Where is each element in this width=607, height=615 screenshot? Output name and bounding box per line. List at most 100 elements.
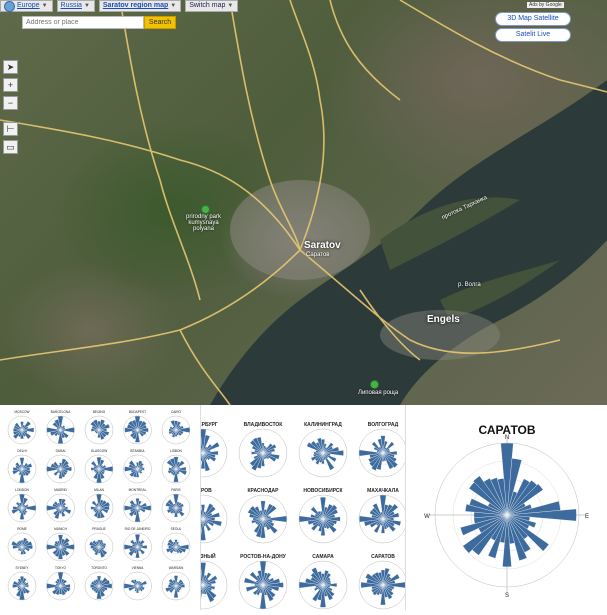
rose-left-4-3: VIENNA xyxy=(123,566,152,601)
rose-mid-0-2: КАЛИНИНГРАД xyxy=(298,422,348,478)
ads-label: Ads by Google xyxy=(527,2,564,8)
park-marker-icon[interactable] xyxy=(370,380,379,389)
locate-icon[interactable]: ➤ xyxy=(3,60,18,74)
satelit-live-button[interactable]: Satelit Live xyxy=(495,28,571,42)
rose-mid-2-1: РОСТОВ-НА-ДОНУ xyxy=(238,554,288,610)
breadcrumb-region[interactable]: Saratov region map ▼ xyxy=(98,0,182,12)
chevron-down-icon: ▼ xyxy=(170,3,177,9)
rose-city-label: MADRID xyxy=(54,488,67,492)
rose-left-4-1: TOKYO xyxy=(46,566,75,601)
zoom-in-button[interactable]: + xyxy=(3,78,18,92)
park-label: prirodny park kumysnaya polyana xyxy=(186,214,222,232)
breadcrumb-europe[interactable]: Europe ▼ xyxy=(0,0,53,12)
rose-left-4-4: WARSAW xyxy=(161,566,191,601)
rose-left-0-0: MOSCOW xyxy=(7,410,37,445)
park-marker-icon[interactable] xyxy=(201,205,210,214)
satellite-map[interactable]: Europe ▼ Russia ▼ Saratov region map ▼ Swit… xyxy=(0,0,607,405)
rose-left-3-3: RIO DE JANEIRO xyxy=(123,527,152,562)
rose-city-label: РОСТОВ-НА-ДОНУ xyxy=(240,554,287,560)
rose-mid-1-1: КРАСНОДАР xyxy=(238,488,288,544)
rose-left-0-3: BUDAPEST xyxy=(123,410,152,445)
rose-city-label: САМАРА xyxy=(312,554,334,560)
rose-city-label: ВЛАДИВОСТОК xyxy=(244,422,284,428)
rose-left-1-3: ISTANBUL xyxy=(123,449,152,484)
rose-city-label: BARCELONA xyxy=(51,410,72,414)
search-bar: Search xyxy=(22,16,176,29)
rose-city-label: MONTREAL xyxy=(129,488,147,492)
park-label: Липовая роща xyxy=(358,390,399,396)
river-label: р. Волга xyxy=(458,282,481,288)
rose-city-label: ПЕТЕРБУРГ xyxy=(201,422,218,428)
breadcrumb-russia[interactable]: Russia ▼ xyxy=(56,0,95,12)
city-sublabel: Саратов xyxy=(306,252,330,258)
rose-left-0-4: CAIRO xyxy=(161,410,191,445)
rose-city-label: PRAGUE xyxy=(92,527,105,531)
rose-grid-world: MOSCOW BARCELONA BEIJING BUDAPEST CAIRO DELHI… xyxy=(0,405,200,610)
ruler-icon[interactable]: ⊢ xyxy=(3,122,18,136)
switch-map-button[interactable]: Switch map ▼ xyxy=(185,0,239,12)
rose-city-label: КАЛИНИНГРАД xyxy=(304,422,342,428)
rose-city-label: КИРОВ xyxy=(201,488,212,494)
rose-city-label: DELHI xyxy=(17,449,27,453)
rose-grid-svg: ПЕТЕРБУРГ ВЛАДИВОСТОК КАЛИНИНГРАД ВОЛГОГРАД… xyxy=(178,422,408,610)
rose-city-label: BEIJING xyxy=(93,410,106,414)
chevron-down-icon: ▼ xyxy=(227,3,234,9)
rose-city-label: TOKYO xyxy=(55,566,67,570)
rose-city-label: GLASGOW xyxy=(91,449,107,453)
rose-left-0-2: BEIJING xyxy=(84,410,114,445)
search-button[interactable]: Search xyxy=(144,16,176,29)
rose-city-label: LISBON xyxy=(170,449,182,453)
rose-mid-0-0: ПЕТЕРБУРГ xyxy=(178,422,228,478)
map-controls: ➤ + − ⊢ ▭ xyxy=(3,60,18,154)
search-input[interactable] xyxy=(22,16,144,29)
chevron-down-icon: ▼ xyxy=(41,3,48,9)
rose-city-label: ГРОЗНЫЙ xyxy=(201,552,216,560)
rose-left-1-4: LISBON xyxy=(161,449,191,484)
south-label: S xyxy=(505,593,509,599)
rose-city-label: MUNICH xyxy=(54,527,67,531)
rose-city-label: LONDON xyxy=(15,488,29,492)
rose-city-label: RIO DE JANEIRO xyxy=(125,527,151,531)
rose-city-label: VIENNA xyxy=(132,566,145,570)
rose-city-label: PARIS xyxy=(171,488,180,492)
rose-city-label: WARSAW xyxy=(169,566,183,570)
rose-left-1-1: DUBAI xyxy=(46,449,75,484)
rose-city-label: КРАСНОДАР xyxy=(248,488,280,494)
rose-left-3-0: ROME xyxy=(7,527,37,562)
rose-city-label: DUBAI xyxy=(56,449,66,453)
rose-left-2-3: MONTREAL xyxy=(123,488,152,523)
breadcrumb: Europe ▼ Russia ▼ Saratov region map ▼ Swit… xyxy=(0,0,239,12)
rose-city-label: MILAN xyxy=(94,488,104,492)
rose-city-label: ISTANBUL xyxy=(130,449,146,453)
rose-city-label: SYDNEY xyxy=(15,566,29,570)
rose-mid-1-0: КИРОВ xyxy=(178,488,228,544)
rose-left-2-1: MADRID xyxy=(46,488,75,523)
rose-city-label: НОВОСИБИРСК xyxy=(303,488,343,494)
rose-mid-2-2: САМАРА xyxy=(298,554,348,610)
rose-mid-1-3: МАХАЧКАЛА xyxy=(358,488,408,544)
rose-city-label: SEOUL xyxy=(171,527,182,531)
rose-left-4-2: TORONTO xyxy=(84,566,114,601)
rose-city-label: MOSCOW xyxy=(14,410,29,414)
print-icon[interactable]: ▭ xyxy=(3,140,18,154)
city-label-engels: Engels xyxy=(427,314,460,325)
rose-left-2-4: PARIS xyxy=(161,488,191,523)
rose-mid-0-3: ВОЛГОГРАД xyxy=(358,422,408,478)
rose-city-label: CAIRO xyxy=(171,410,182,414)
rose-mid-2-3: САРАТОВ xyxy=(358,554,408,610)
rose-left-2-0: LONDON xyxy=(7,488,37,523)
rose-left-3-1: MUNICH xyxy=(46,527,75,562)
rose-city-label: TORONTO xyxy=(91,566,107,570)
rose-grid-russia: ПЕТЕРБУРГ ВЛАДИВОСТОК КАЛИНИНГРАД ВОЛГОГРАД… xyxy=(178,405,408,610)
big-rose-svg: N S W E xyxy=(424,435,589,599)
zoom-out-button[interactable]: − xyxy=(3,96,18,110)
rose-city-label: ROME xyxy=(17,527,27,531)
rose-left-4-0: SYDNEY xyxy=(7,566,37,601)
rose-left-1-0: DELHI xyxy=(7,449,37,484)
rose-left-3-2: PRAGUE xyxy=(84,527,114,562)
north-label: N xyxy=(505,435,509,441)
map-overlay xyxy=(0,0,607,405)
3d-map-button[interactable]: 3D Map Satellite xyxy=(495,12,571,26)
rose-left-1-2: GLASGOW xyxy=(84,449,114,484)
rose-mid-0-1: ВЛАДИВОСТОК xyxy=(238,422,288,478)
